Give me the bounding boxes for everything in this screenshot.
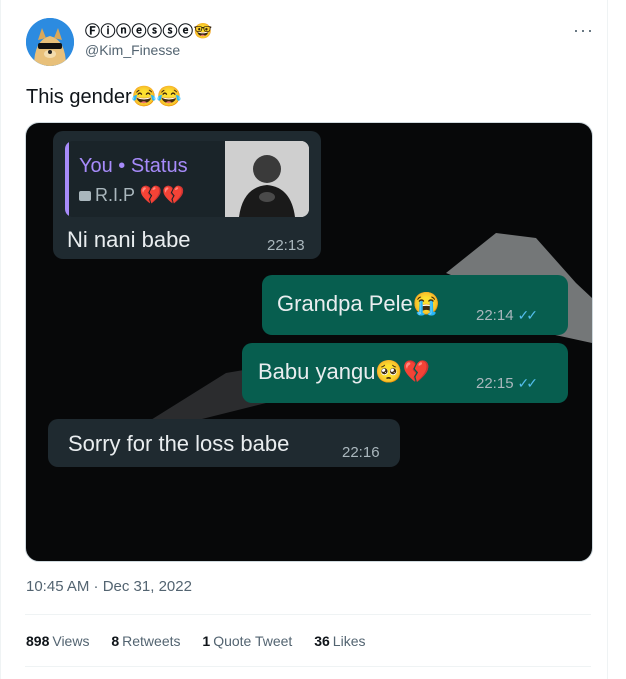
- tweet-card: Ⓕⓘⓝⓔⓢⓢⓔ🤓 @Kim_Finesse ··· This gender😂😂 …: [0, 0, 608, 679]
- message-text: Sorry for the loss babe: [68, 431, 290, 456]
- tweet-timestamp[interactable]: 10:45 AM · Dec 31, 2022: [26, 578, 192, 595]
- quotes-label: Quote Tweet: [213, 633, 293, 649]
- image-icon: [79, 191, 91, 201]
- avatar[interactable]: [26, 18, 74, 66]
- divider: [25, 666, 591, 667]
- divider: [25, 614, 591, 615]
- tweet-media-image[interactable]: You • Status R.I.P 💔💔 Ni nani babe 22:13…: [25, 122, 593, 562]
- message-time: 22:13: [267, 237, 305, 254]
- message-time: 22:15: [476, 375, 514, 392]
- status-reply-quote[interactable]: You • Status R.I.P 💔💔: [65, 141, 309, 217]
- quote-tweets-stat[interactable]: 1 Quote Tweet: [202, 633, 292, 649]
- views-count: 898: [26, 633, 50, 649]
- more-options-icon[interactable]: ···: [573, 20, 594, 41]
- retweets-label: Retweets: [122, 633, 181, 649]
- author-display-name[interactable]: Ⓕⓘⓝⓔⓢⓢⓔ🤓: [85, 20, 213, 41]
- message-text: Babu yangu🥺💔: [258, 359, 431, 384]
- quotes-count: 1: [202, 633, 211, 649]
- message-meta: 22:15 ✓✓: [476, 375, 539, 392]
- quote-accent-bar: [65, 141, 69, 217]
- likes-label: Likes: [332, 633, 366, 649]
- quote-subtitle: R.I.P 💔💔: [79, 185, 185, 206]
- double-check-icon: ✓✓: [517, 375, 539, 391]
- message-time: 22:14: [476, 307, 514, 324]
- tweet-text: This gender😂😂: [26, 86, 182, 108]
- retweets-stat[interactable]: 8 Retweets: [111, 633, 180, 649]
- message-bubble-outgoing[interactable]: Babu yangu🥺💔 22:15 ✓✓: [242, 343, 568, 403]
- message-text: Grandpa Pele😭: [277, 291, 441, 316]
- quote-text: R.I.P 💔💔: [95, 185, 185, 205]
- likes-count: 36: [314, 633, 330, 649]
- message-meta: 22:14 ✓✓: [476, 307, 539, 324]
- double-check-icon: ✓✓: [517, 307, 539, 323]
- author-handle[interactable]: @Kim_Finesse: [85, 42, 180, 58]
- message-bubble-incoming[interactable]: You • Status R.I.P 💔💔 Ni nani babe 22:13: [53, 131, 321, 259]
- message-bubble-outgoing[interactable]: Grandpa Pele😭 22:14 ✓✓: [262, 275, 568, 335]
- views-stat[interactable]: 898 Views: [26, 633, 89, 649]
- doge-avatar-icon: [26, 18, 74, 66]
- message-bubble-incoming[interactable]: Sorry for the loss babe 22:16: [48, 419, 400, 467]
- views-label: Views: [52, 633, 90, 649]
- tweet-stats: 898 Views 8 Retweets 1 Quote Tweet 36 Likes: [26, 633, 383, 649]
- quote-title: You • Status: [79, 155, 188, 177]
- likes-stat[interactable]: 36 Likes: [314, 633, 365, 649]
- message-text: Ni nani babe: [67, 227, 191, 252]
- retweets-count: 8: [111, 633, 120, 649]
- message-time: 22:16: [342, 444, 380, 461]
- status-thumbnail: [225, 141, 309, 217]
